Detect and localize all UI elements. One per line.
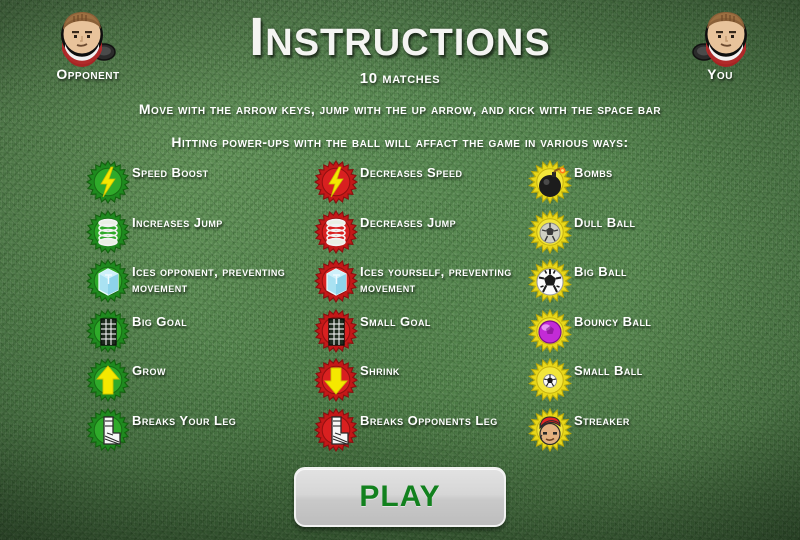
powerup-row: Dull Ball xyxy=(528,209,763,260)
you-player: You xyxy=(672,8,768,82)
powerup-column-red: Decreases Speed Decreases Jump Ices yourse… xyxy=(313,159,549,458)
powerup-row: Decreases Speed xyxy=(313,159,549,210)
powerup-row: Shrink xyxy=(313,358,549,408)
powerup-row: Speed Boost xyxy=(85,159,321,210)
powerup-row: Big Ball xyxy=(528,258,763,309)
powerup-row: Big Goal xyxy=(85,308,321,359)
bomb-icon xyxy=(528,159,572,205)
you-avatar xyxy=(672,8,768,70)
powerup-row: Ices yourself, preventing movement xyxy=(313,259,549,309)
powerup-label: Breaks Opponents Leg xyxy=(360,412,498,428)
soccer-ball-small-icon xyxy=(528,358,572,403)
powerup-row: Ices opponent, preventing movement xyxy=(85,259,321,309)
powerup-row: Grow xyxy=(85,358,321,408)
powerup-row: Bombs xyxy=(528,159,763,210)
powerup-label: Breaks Your Leg xyxy=(132,412,237,428)
powerup-row: Decreases Jump xyxy=(313,209,549,260)
instruction-line-powerups: Hitting power-ups with the ball will aff… xyxy=(171,134,629,150)
spring-coil-icon xyxy=(313,209,359,254)
powerup-label: Grow xyxy=(132,363,166,379)
spring-coil-icon xyxy=(85,209,131,254)
powerup-label: Big Ball xyxy=(574,264,627,280)
powerup-row: Breaks Your Leg xyxy=(85,407,321,458)
arrow-up-icon xyxy=(85,358,131,403)
powerup-label: Decreases Speed xyxy=(360,165,463,180)
powerup-label: Bouncy Ball xyxy=(574,313,652,329)
opponent-player: Opponent xyxy=(40,8,136,82)
powerup-column-yellow: Bombs Dull Ball Big Ball Bouncy Ball Small B… xyxy=(528,159,763,458)
play-button-label: PLAY xyxy=(359,480,441,513)
powerup-label: Ices yourself, preventing movement xyxy=(360,264,512,296)
soccer-ball-dull-icon xyxy=(528,209,572,254)
powerup-label: Small Goal xyxy=(360,313,431,329)
powerup-label: Small Ball xyxy=(574,363,643,379)
powerup-row: Breaks Opponents Leg xyxy=(313,407,549,458)
powerup-legend: Speed Boost Increases Jump Ices opponent, … xyxy=(0,159,800,458)
goal-net-icon xyxy=(313,308,359,353)
powerup-label: Bombs xyxy=(574,165,613,180)
lightning-bolt-icon xyxy=(85,159,131,205)
powerup-row: Increases Jump xyxy=(85,209,321,260)
powerup-label: Ices opponent, preventing movement xyxy=(132,264,286,296)
powerup-row: Small Ball xyxy=(528,358,763,408)
powerup-label: Big Goal xyxy=(132,313,188,329)
soccer-ball-big-icon xyxy=(528,258,572,304)
play-button[interactable]: PLAY xyxy=(294,467,506,527)
player-head-icon xyxy=(692,12,747,67)
broken-leg-cast-icon xyxy=(313,407,359,452)
powerup-label: Streaker xyxy=(574,412,630,428)
powerup-label: Dull Ball xyxy=(574,214,636,230)
broken-leg-cast-icon xyxy=(85,407,131,452)
powerup-label: Increases Jump xyxy=(132,214,223,230)
powerup-row: Small Goal xyxy=(313,308,549,359)
arrow-down-icon xyxy=(313,358,359,403)
goal-net-icon xyxy=(85,308,131,353)
instruction-line-controls: Move with the arrow keys, jump with the … xyxy=(138,101,662,117)
opponent-avatar xyxy=(40,8,136,70)
ice-cube-icon xyxy=(313,259,359,304)
streaker-face-icon xyxy=(528,407,572,453)
powerup-label: Decreases Jump xyxy=(360,214,457,230)
bouncy-ball-icon xyxy=(528,308,572,354)
powerup-label: Shrink xyxy=(360,363,400,379)
game-screen: Instructions 10 matches Opponent You Mov… xyxy=(0,0,800,540)
powerup-row: Streaker xyxy=(528,407,763,458)
powerup-column-green: Speed Boost Increases Jump Ices opponent, … xyxy=(85,159,321,458)
lightning-bolt-icon xyxy=(313,159,359,205)
powerup-label: Speed Boost xyxy=(132,165,209,180)
player-head-icon xyxy=(61,12,116,67)
powerup-row: Bouncy Ball xyxy=(528,308,763,359)
ice-cube-icon xyxy=(85,259,131,304)
